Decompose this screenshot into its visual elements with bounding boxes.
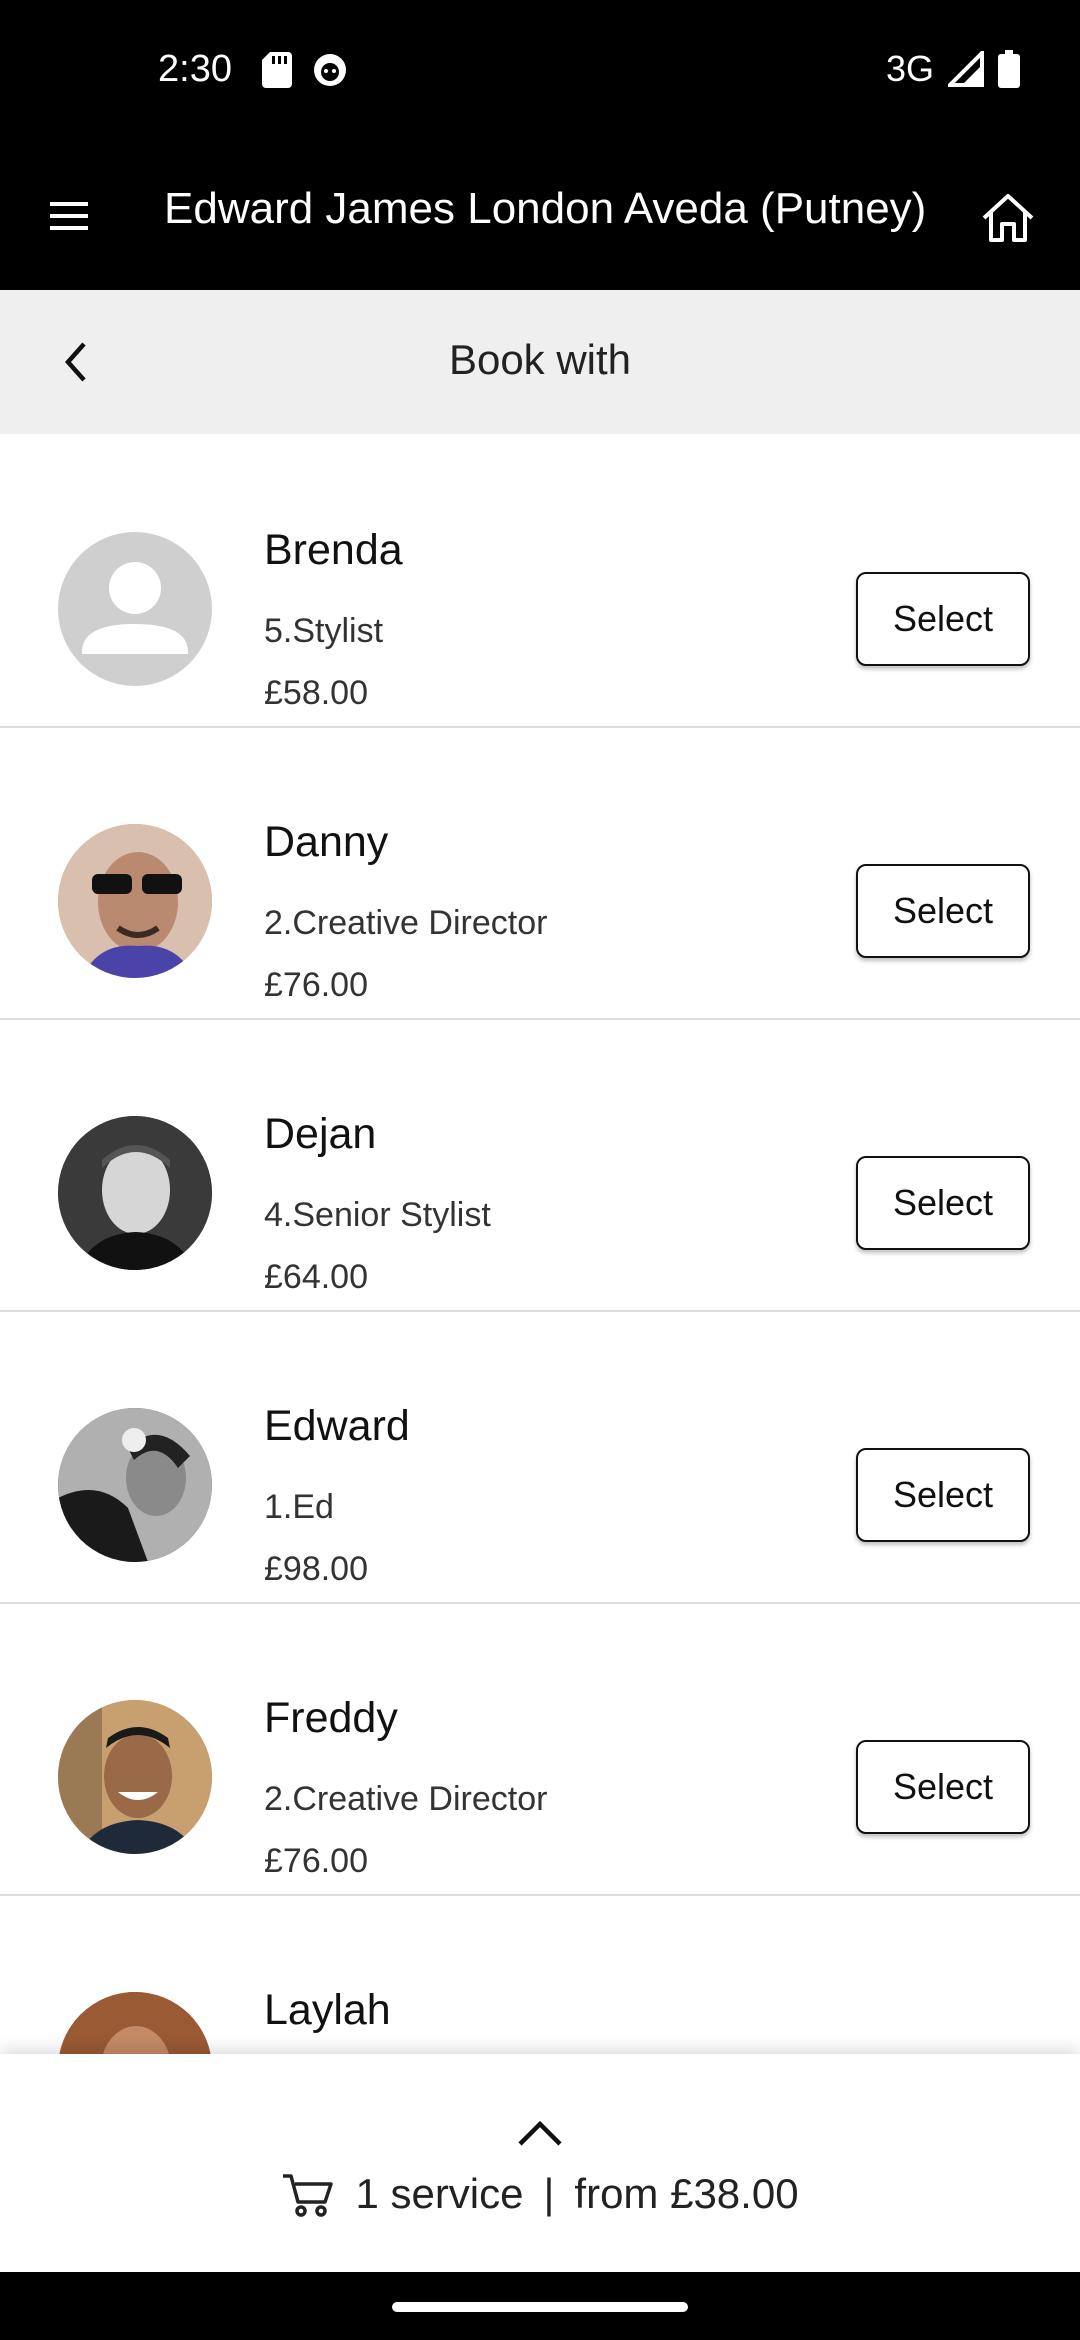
- home-icon[interactable]: [978, 188, 1038, 248]
- select-button[interactable]: Select: [856, 1740, 1030, 1834]
- person-placeholder-icon: [82, 562, 188, 654]
- salon-title: Edward James London Aveda (Putney): [164, 184, 927, 233]
- stylist-price: £98.00: [264, 1550, 368, 1588]
- stylist-role: 1.Ed: [264, 1488, 334, 1526]
- stylist-role: 5.Stylist: [264, 612, 384, 650]
- stylist-price: £76.00: [264, 1842, 368, 1880]
- page-title: Book with: [448, 336, 632, 383]
- status-time: 2:30: [158, 48, 232, 90]
- select-button[interactable]: Select: [856, 572, 1030, 666]
- stylist-price: £64.00: [264, 1258, 368, 1296]
- stylist-name: Edward: [264, 1402, 410, 1450]
- network-type: 3G: [885, 48, 934, 89]
- notification-face-icon: [314, 54, 346, 86]
- sd-card-icon: [262, 52, 292, 88]
- stylist-name: Freddy: [264, 1694, 398, 1742]
- cart-summary-bar[interactable]: 1 service | from £38.00: [0, 2054, 1080, 2272]
- select-button[interactable]: Select: [856, 1156, 1030, 1250]
- stylist-row: Danny 2.Creative Director £76.00 Select: [0, 726, 1080, 1020]
- avatar-photo: [58, 1116, 212, 1270]
- stylist-name: Brenda: [264, 526, 403, 574]
- avatar-image: [58, 1992, 212, 2054]
- avatar-image: [58, 1700, 212, 1854]
- avatar-placeholder: [58, 532, 212, 686]
- status-notification-icons: [262, 52, 348, 88]
- app-bar: Edward James London Aveda (Putney): [0, 140, 1080, 290]
- cart-separator: |: [543, 2170, 555, 2217]
- avatar-photo: [58, 1992, 212, 2054]
- stylist-role: 4.Senior Stylist: [264, 1196, 491, 1234]
- avatar-photo: [58, 1700, 212, 1854]
- cart-icon: [283, 2174, 334, 2217]
- stylist-row: Freddy 2.Creative Director £76.00 Select: [0, 1602, 1080, 1896]
- avatar-photo: [58, 1408, 212, 1562]
- stylist-row: Brenda 5.Stylist £58.00 Select: [0, 434, 1080, 728]
- select-button[interactable]: Select: [856, 864, 1030, 958]
- select-button[interactable]: Select: [856, 1448, 1030, 1542]
- stylist-row: Laylah: [0, 1894, 1080, 2054]
- avatar-image: [58, 824, 212, 978]
- cart-summary: 1 service | from £38.00: [0, 2170, 1080, 2218]
- system-nav-bar: [0, 2272, 1080, 2340]
- stylist-name: Dejan: [264, 1110, 377, 1158]
- chevron-up-icon[interactable]: [514, 2114, 566, 2150]
- avatar-image: [58, 1408, 212, 1562]
- avatar-photo: [58, 824, 212, 978]
- status-system-icons: 3G: [886, 48, 1020, 90]
- home-gesture-handle[interactable]: [392, 2302, 688, 2312]
- status-bar: 2:30 3G: [0, 0, 1080, 140]
- sub-header: Book with: [0, 290, 1080, 434]
- avatar-image: [58, 1116, 212, 1270]
- stylist-list: Brenda 5.Stylist £58.00 Select Danny 2.C…: [0, 434, 1080, 2054]
- signal-icon: [948, 51, 984, 87]
- stylist-row: Dejan 4.Senior Stylist £64.00 Select: [0, 1018, 1080, 1312]
- stylist-role: 2.Creative Director: [264, 1780, 548, 1818]
- stylist-price: £76.00: [264, 966, 368, 1004]
- stylist-role: 2.Creative Director: [264, 904, 548, 942]
- stylist-name: Danny: [264, 818, 389, 866]
- cart-service-count: 1 service: [355, 2170, 524, 2217]
- stylist-price: £58.00: [264, 674, 368, 712]
- menu-icon[interactable]: [46, 192, 96, 242]
- stylist-row: Edward 1.Ed £98.00 Select: [0, 1310, 1080, 1604]
- cart-total: from £38.00: [574, 2170, 799, 2217]
- stylist-name: Laylah: [264, 1986, 391, 2034]
- battery-icon: [998, 50, 1020, 88]
